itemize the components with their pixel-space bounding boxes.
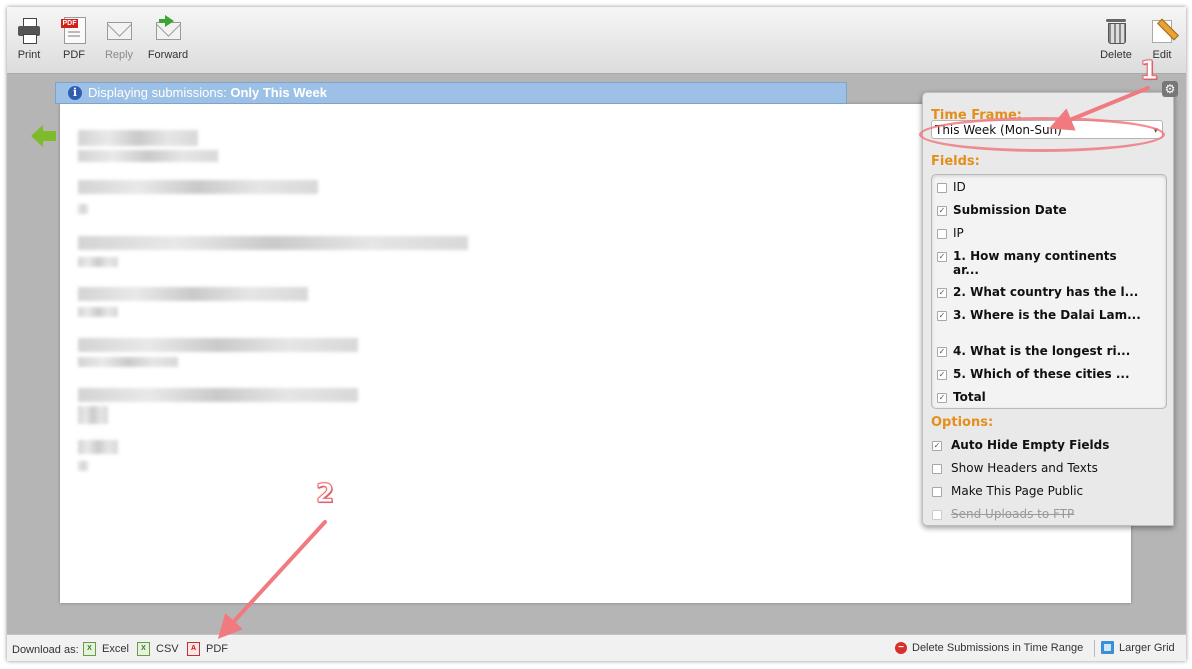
blurred-content (78, 204, 88, 214)
notice-prefix: Displaying submissions: (88, 85, 227, 100)
checkbox[interactable]: ✓ (937, 370, 947, 380)
back-arrow-icon[interactable] (31, 125, 57, 147)
displaying-notice: i Displaying submissions: Only This Week (55, 82, 847, 104)
checkbox[interactable]: ✓ (937, 288, 947, 298)
blurred-content (78, 236, 468, 250)
field-label: 3. Where is the Dalai Lam... (953, 308, 1141, 322)
options-title: Options: (931, 415, 994, 430)
pdf-download-label: PDF (206, 643, 228, 655)
reply-button[interactable]: Reply (104, 13, 134, 69)
checkbox[interactable]: ✓ (932, 441, 942, 451)
forward-label: Forward (147, 49, 189, 61)
gear-icon[interactable]: ⚙ (1162, 81, 1178, 97)
envelope-forward-icon (155, 15, 181, 43)
option-label: Make This Page Public (951, 484, 1084, 498)
envelope-icon (106, 17, 132, 43)
field-label: 4. What is the longest ri... (953, 344, 1131, 358)
blurred-content (78, 180, 318, 194)
csv-label: CSV (156, 643, 179, 655)
blurred-content (78, 307, 118, 317)
reply-label: Reply (104, 49, 134, 61)
settings-panel: ⚙ Time Frame: This Week (Mon-Sun) ▾ Fiel… (922, 81, 1178, 526)
checkbox[interactable] (937, 229, 947, 239)
blurred-content (78, 130, 198, 146)
excel-label: Excel (102, 643, 129, 655)
print-label: Print (17, 49, 41, 61)
field-label: IP (953, 226, 964, 240)
pdf-icon: PDF (61, 17, 87, 44)
excel-file-icon: X (83, 642, 96, 656)
toolbar: Print PDF PDF Reply Forward Delete Edit (7, 7, 1186, 74)
checkbox[interactable] (932, 487, 942, 497)
pencil-icon (1149, 17, 1179, 43)
download-pdf-link[interactable]: A PDF (187, 642, 228, 656)
forward-button[interactable]: Forward (148, 13, 188, 69)
download-csv-link[interactable]: X CSV (137, 642, 179, 656)
blurred-content (78, 440, 118, 454)
highlight-ellipse (919, 117, 1165, 152)
delete-range-label: Delete Submissions in Time Range (912, 642, 1084, 654)
larger-grid-label: Larger Grid (1119, 641, 1175, 654)
pdf-button[interactable]: PDF PDF (60, 13, 88, 69)
checkbox[interactable] (937, 183, 947, 193)
option-label: Send Uploads to FTP (951, 507, 1075, 521)
checkbox (932, 510, 942, 520)
download-bar: Download as: X Excel X CSV A PDF − Delet… (7, 634, 1186, 661)
pdf-file-icon: A (187, 642, 200, 656)
checkbox[interactable] (932, 464, 942, 474)
printer-icon (16, 17, 42, 44)
download-label: Download as: (12, 644, 79, 656)
expand-grid-icon (1101, 641, 1114, 654)
notice-value: Only This Week (230, 85, 327, 100)
delete-submissions-range-link[interactable]: − Delete Submissions in Time Range (895, 642, 1083, 654)
csv-file-icon: X (137, 642, 150, 656)
field-label: ID (953, 180, 966, 194)
field-label: Total (953, 390, 986, 404)
blurred-content (78, 388, 358, 402)
checkbox[interactable]: ✓ (937, 206, 947, 216)
delete-label: Delete (1100, 49, 1132, 61)
checkbox[interactable]: ✓ (937, 311, 947, 321)
field-label: Submission Date (953, 203, 1067, 217)
checkbox[interactable]: ✓ (937, 393, 947, 403)
larger-grid-link[interactable]: Larger Grid (1101, 641, 1175, 654)
field-label: 2. What country has the l... (953, 285, 1139, 299)
download-excel-link[interactable]: X Excel (83, 642, 129, 656)
checkbox[interactable]: ✓ (937, 252, 947, 262)
option-label: Auto Hide Empty Fields (951, 438, 1110, 452)
minus-circle-icon: − (895, 642, 907, 654)
fields-list: ID ✓ Submission Date IP ✓ 1. How many co… (931, 174, 1167, 409)
blurred-content (78, 287, 308, 301)
blurred-content (78, 461, 88, 471)
checkbox[interactable]: ✓ (937, 347, 947, 357)
delete-button[interactable]: Delete (1099, 13, 1133, 69)
field-label: 1. How many continents ar... (953, 249, 1117, 277)
fields-title: Fields: (931, 154, 980, 169)
pdf-label: PDF (63, 49, 85, 61)
info-icon: i (68, 86, 82, 100)
trash-icon (1103, 17, 1129, 44)
blurred-content (78, 150, 218, 162)
blurred-content (78, 338, 358, 352)
blurred-content (78, 406, 108, 424)
separator (1094, 640, 1095, 657)
annotation-marker-2: 2 (315, 479, 335, 510)
blurred-content (78, 257, 118, 267)
option-label: Show Headers and Texts (951, 461, 1098, 475)
annotation-marker-1: 1 (1139, 56, 1159, 87)
blurred-content (78, 357, 178, 367)
print-button[interactable]: Print (14, 13, 44, 69)
field-label: 5. Which of these cities ... (953, 367, 1130, 381)
